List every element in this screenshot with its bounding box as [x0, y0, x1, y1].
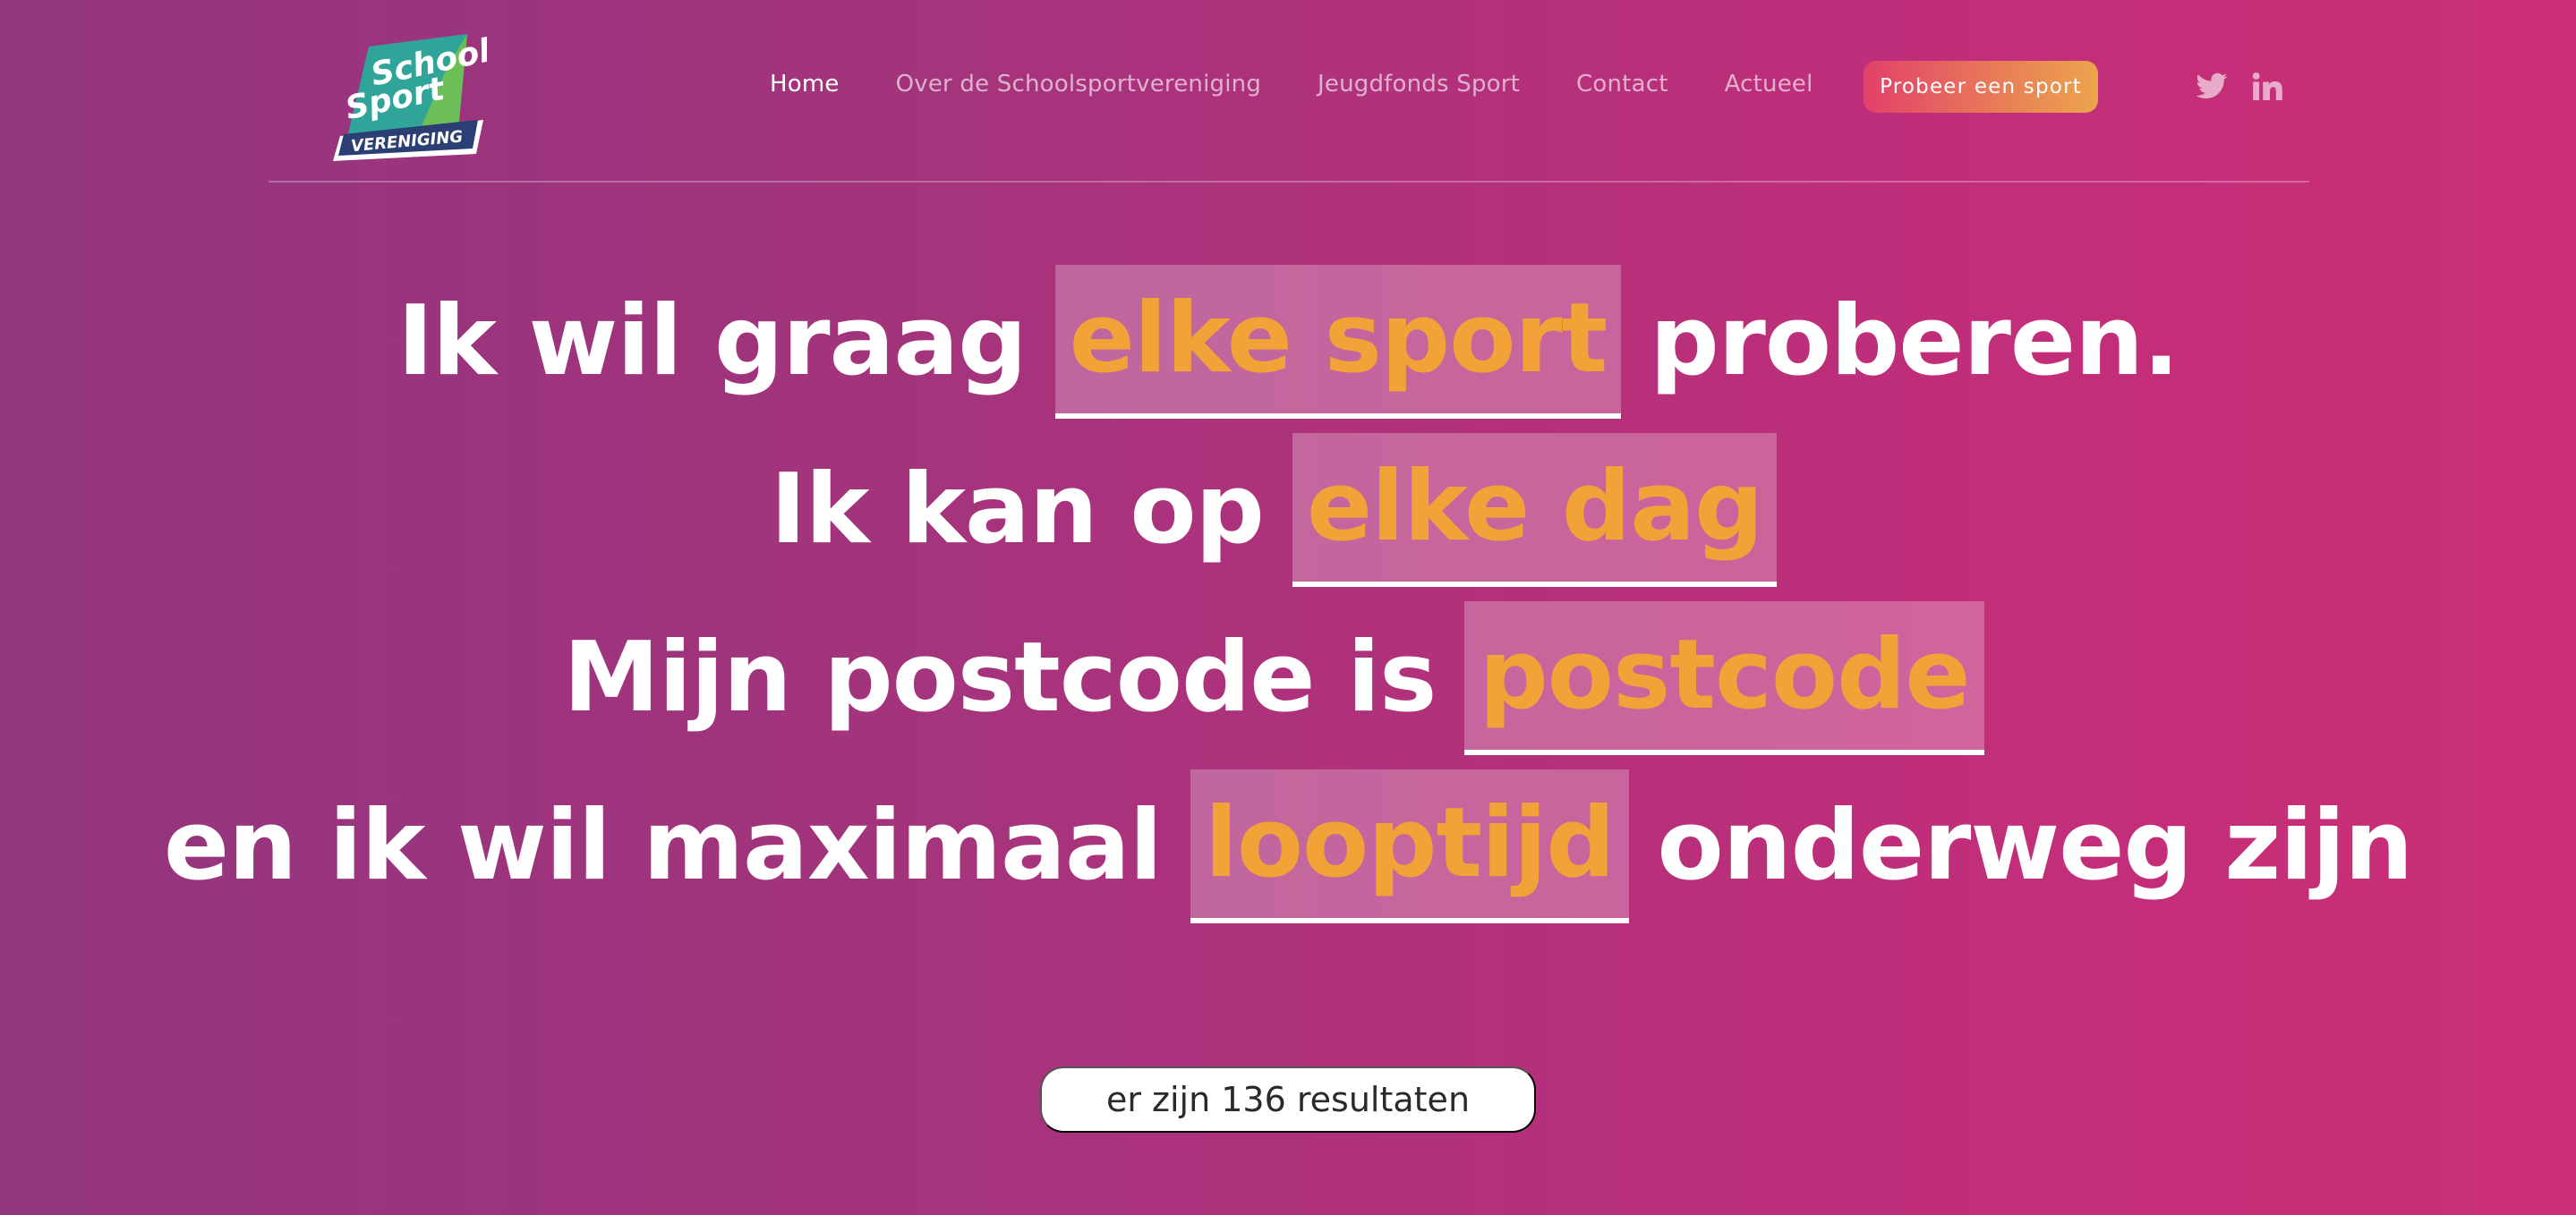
- sentence-line-travel-time: en ik wil maximaal looptijd onderweg zij…: [0, 769, 2576, 923]
- sentence-text: Ik wil graag: [397, 285, 1028, 397]
- travel-time-selector[interactable]: looptijd: [1190, 769, 1629, 923]
- linkedin-icon[interactable]: [2250, 70, 2284, 104]
- postcode-input[interactable]: postcode: [1464, 601, 1984, 755]
- logo-graphic: School Sport VERENIGING: [333, 32, 487, 161]
- sentence-text: onderweg zijn: [1657, 790, 2414, 902]
- nav-item-contact[interactable]: Contact: [1576, 71, 1668, 98]
- main-nav: Home Over de Schoolsportvereniging Jeugd…: [770, 63, 1870, 106]
- nav-item-actueel[interactable]: Actueel: [1725, 71, 1813, 98]
- site-header: School Sport VERENIGING Home Over de Sch…: [0, 0, 2576, 183]
- sport-selector[interactable]: elke sport: [1054, 265, 1622, 419]
- sentence-text: en ik wil maximaal: [163, 790, 1163, 902]
- sentence-line-day: Ik kan op elke dag: [0, 433, 2576, 587]
- sentence-line-postcode: Mijn postcode is postcode: [0, 601, 2576, 755]
- sentence-text: Ik kan op: [770, 454, 1265, 565]
- header-divider: [269, 181, 2309, 183]
- day-selector[interactable]: elke dag: [1292, 433, 1778, 587]
- sentence-text: Mijn postcode is: [563, 622, 1437, 734]
- twitter-icon[interactable]: [2195, 70, 2229, 104]
- nav-item-home[interactable]: Home: [770, 71, 840, 98]
- site-logo[interactable]: School Sport VERENIGING: [333, 30, 487, 163]
- nav-item-over-de-schoolsportvereniging[interactable]: Over de Schoolsportvereniging: [896, 71, 1261, 98]
- sentence-text: proberen.: [1650, 285, 2179, 397]
- results-button[interactable]: er zijn 136 resultaten: [1040, 1066, 1536, 1133]
- sentence-line-sport: Ik wil graag elke sport proberen.: [0, 265, 2576, 419]
- nav-item-jeugdfonds-sport[interactable]: Jeugdfonds Sport: [1318, 71, 1520, 98]
- probeer-een-sport-button[interactable]: Probeer een sport: [1864, 61, 2098, 113]
